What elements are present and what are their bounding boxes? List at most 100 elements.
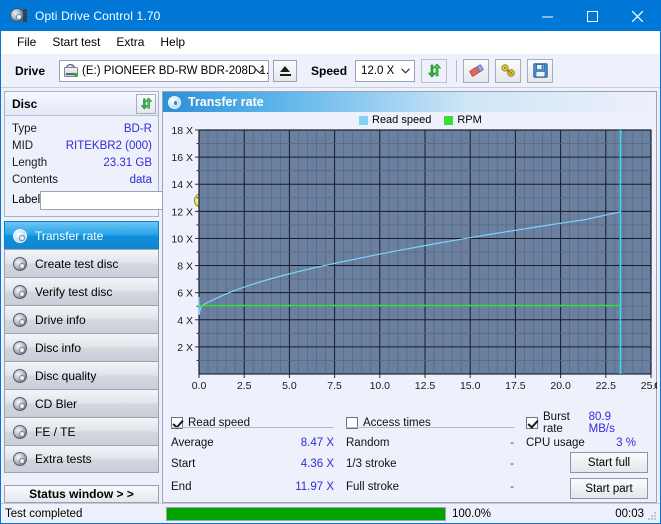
read-speed-checkbox-row[interactable]: Read speed <box>171 417 346 429</box>
drive-select-value: (E:) PIONEER BD-RW BDR-208D 1.50 <box>82 65 268 77</box>
sidebar-item-label: Transfer rate <box>35 229 103 243</box>
disc-icon <box>10 229 29 243</box>
tools-button[interactable] <box>495 59 521 83</box>
toolbar-divider <box>456 60 457 82</box>
start-part-button[interactable]: Start part <box>570 478 648 499</box>
sidebar-item-verify-test-disc[interactable]: Verify test disc <box>4 277 159 305</box>
full-stroke-cell: Full stroke - <box>346 481 526 493</box>
disc-info-rows: Type BD-R MID RITEKBR2 (000) Length 23.3… <box>5 116 158 216</box>
average-cell: Average 8.47 X <box>171 437 346 449</box>
start-full-button[interactable]: Start full <box>570 452 648 473</box>
body-split: Disc Type BD-R MID RITE <box>1 88 660 503</box>
sidebar-item-fe-te[interactable]: FE / TE <box>4 417 159 445</box>
eraser-icon <box>468 63 485 78</box>
disc-row-type: Type BD-R <box>12 120 152 137</box>
refresh-drive-button[interactable] <box>421 59 447 83</box>
sidebar-item-disc-quality[interactable]: Disc quality <box>4 361 159 389</box>
progress-bar <box>166 507 446 521</box>
svg-text:5.0: 5.0 <box>282 380 297 392</box>
drive-icon <box>63 64 79 78</box>
main-panel-header: Transfer rate <box>163 92 656 112</box>
cpu-usage-value: 3 % <box>616 437 648 449</box>
legend-label-rpm: RPM <box>457 114 481 126</box>
drive-label: Drive <box>15 64 45 78</box>
svg-text:2.5: 2.5 <box>237 380 252 392</box>
svg-text:22.5: 22.5 <box>596 380 617 392</box>
burst-rate-row[interactable]: Burst rate 80.9 MB/s <box>526 411 648 435</box>
page-title: Transfer rate <box>188 95 264 109</box>
disc-icon <box>10 257 29 271</box>
disc-row-mid: MID RITEKBR2 (000) <box>12 137 152 154</box>
chart-legend: Read speed RPM <box>359 114 482 126</box>
eject-icon <box>280 66 291 76</box>
drive-select[interactable]: (E:) PIONEER BD-RW BDR-208D 1.50 <box>59 60 269 82</box>
sidebar-item-disc-info[interactable]: Disc info <box>4 333 159 361</box>
close-icon[interactable] <box>615 1 660 31</box>
disc-mid-value: RITEKBR2 (000) <box>66 140 152 152</box>
random-label: Random <box>346 437 389 449</box>
menu-start-test[interactable]: Start test <box>44 33 108 51</box>
speed-select[interactable]: 12.0 X <box>355 60 415 82</box>
drive-toolbar: Drive (E:) PIONEER BD-RW BDR-208D 1.50 S… <box>1 54 660 88</box>
sidebar-item-label: Disc quality <box>35 369 96 383</box>
svg-text:6 X: 6 X <box>177 288 193 300</box>
disc-icon <box>10 341 29 355</box>
disc-panel-title: Disc <box>12 97 37 111</box>
nav-list: Transfer rate Create test disc Verify te… <box>4 221 159 473</box>
save-button[interactable] <box>527 59 553 83</box>
start-cell: Start 4.36 X <box>171 458 346 470</box>
stats-panel: Read speed Access times Burst rate 80.9 … <box>163 407 656 502</box>
sidebar-item-cd-bler[interactable]: CD Bler <box>4 389 159 417</box>
menu-file[interactable]: File <box>9 33 44 51</box>
menu-help[interactable]: Help <box>152 33 193 51</box>
disc-icon <box>10 285 29 299</box>
disc-row-contents: Contents data <box>12 171 152 188</box>
cpu-usage-label: CPU usage <box>526 437 585 449</box>
chevron-down-icon <box>401 65 410 77</box>
minimize-icon[interactable] <box>525 1 570 31</box>
disc-row-length: Length 23.31 GB <box>12 154 152 171</box>
disc-icon <box>10 397 29 411</box>
status-window-button[interactable]: Status window > > <box>4 485 159 503</box>
disc-panel-header: Disc <box>5 92 158 116</box>
speed-label: Speed <box>311 64 347 78</box>
burst-rate-value: 80.9 MB/s <box>589 411 648 435</box>
legend-swatch-read-speed <box>359 116 368 125</box>
sidebar-item-label: Extra tests <box>35 452 92 466</box>
full-stroke-value: - <box>510 481 526 493</box>
sidebar-item-extra-tests[interactable]: Extra tests <box>4 445 159 473</box>
menu-extra[interactable]: Extra <box>108 33 152 51</box>
disc-label-row: Label <box>12 189 152 211</box>
disc-type-key: Type <box>12 123 37 135</box>
svg-text:12 X: 12 X <box>171 206 193 218</box>
disc-refresh-button[interactable] <box>136 94 156 114</box>
maximize-icon[interactable] <box>570 1 615 31</box>
stats-header-row: Read speed Access times Burst rate 80.9 … <box>171 411 648 434</box>
sidebar-item-transfer-rate[interactable]: Transfer rate <box>4 221 159 249</box>
svg-text:15.0: 15.0 <box>460 380 481 392</box>
chart-canvas: 2 X4 X6 X8 X10 X12 X14 X16 X18 X0.02.55.… <box>163 112 657 407</box>
svg-text:10 X: 10 X <box>171 233 193 245</box>
main-panel: Transfer rate Read speed RPM 2 X4 X6 X8 … <box>162 91 657 503</box>
app-window: Opti Drive Control 1.70 File Start test … <box>0 0 661 524</box>
sidebar-item-label: Drive info <box>35 313 86 327</box>
third-stroke-label: 1/3 stroke <box>346 458 397 470</box>
access-times-checkbox-row[interactable]: Access times <box>346 417 526 429</box>
sidebar-item-label: Disc info <box>35 341 81 355</box>
window-controls <box>525 1 660 31</box>
svg-text:16 X: 16 X <box>171 152 193 164</box>
resize-grip-icon[interactable] <box>647 510 657 520</box>
burst-rate-checkbox[interactable] <box>526 417 538 429</box>
left-sidebar: Disc Type BD-R MID RITE <box>4 91 159 503</box>
disc-type-value: BD-R <box>124 123 152 135</box>
sidebar-item-create-test-disc[interactable]: Create test disc <box>4 249 159 277</box>
eject-button[interactable] <box>273 60 297 82</box>
stats-row-average: Average 8.47 X Random - CPU usage 3 % <box>171 434 648 452</box>
sidebar-item-label: FE / TE <box>35 425 75 439</box>
refresh-icon <box>427 63 442 78</box>
sidebar-item-drive-info[interactable]: Drive info <box>4 305 159 333</box>
erase-button[interactable] <box>463 59 489 83</box>
random-value: - <box>510 437 526 449</box>
app-disc-icon <box>10 8 26 24</box>
disc-icon <box>10 425 29 439</box>
